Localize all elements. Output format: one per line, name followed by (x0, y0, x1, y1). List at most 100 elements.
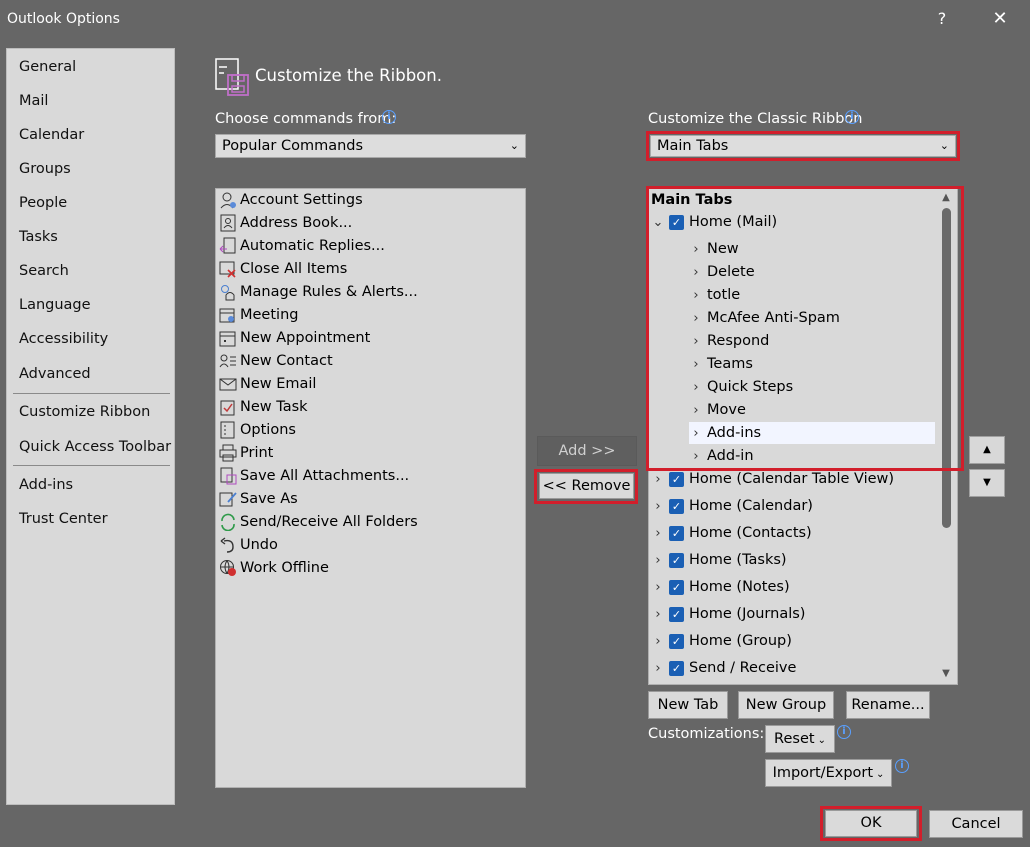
chevron-right-icon[interactable]: › (651, 553, 665, 568)
chevron-right-icon[interactable]: › (651, 499, 665, 514)
tree-row-tab[interactable]: › ✓ Home (Tasks) (651, 549, 786, 571)
chevron-right-icon[interactable]: › (651, 661, 665, 676)
remove-button[interactable]: << Remove (539, 473, 634, 499)
list-item[interactable]: Close All Items (218, 258, 347, 280)
help-button[interactable]: ? (930, 9, 954, 28)
page-title: Customize the Ribbon. (255, 66, 442, 85)
nav-item-search[interactable]: Search (19, 263, 69, 279)
nav-item-groups[interactable]: Groups (19, 161, 71, 177)
customize-ribbon-dropdown[interactable]: Main Tabs ⌄ (650, 135, 956, 157)
address-book-icon (218, 213, 238, 233)
tree-row-tab[interactable]: › ✓ Send / Receive (651, 657, 796, 679)
move-up-button[interactable]: ▲ (969, 436, 1005, 464)
undo-icon (218, 535, 238, 555)
list-item[interactable]: New Email (218, 373, 316, 395)
nav-item-people[interactable]: People (19, 195, 67, 211)
cancel-button[interactable]: Cancel (929, 810, 1023, 838)
reset-button[interactable]: Reset ⌄ (765, 725, 835, 753)
window-title: Outlook Options (7, 11, 120, 27)
chevron-down-icon: ⌄ (939, 139, 949, 152)
list-item[interactable]: Undo (218, 534, 278, 556)
commands-list[interactable]: Account Settings Address Book... Automat… (215, 188, 526, 788)
checkbox-checked-icon[interactable]: ✓ (669, 552, 684, 568)
list-item[interactable]: Save All Attachments... (218, 465, 409, 487)
manage-rules-icon (218, 282, 238, 302)
close-all-items-icon (218, 259, 238, 279)
customize-ribbon-label: Customize the Classic Ribbon (648, 111, 863, 127)
chevron-down-icon: ⌄ (509, 139, 519, 152)
chevron-right-icon[interactable]: › (651, 634, 665, 649)
list-item[interactable]: Save As (218, 488, 298, 510)
checkbox-checked-icon[interactable]: ✓ (669, 471, 684, 487)
new-email-icon (218, 374, 238, 394)
nav-item-customize-ribbon[interactable]: Customize Ribbon (19, 404, 150, 420)
list-item[interactable]: Work Offline (218, 557, 329, 579)
scroll-down-arrow-icon[interactable]: ▼ (937, 668, 955, 679)
list-item[interactable]: Manage Rules & Alerts... (218, 281, 418, 303)
options-nav: General Mail Calendar Groups People Task… (6, 48, 175, 805)
choose-commands-label: Choose commands from: (215, 111, 397, 127)
list-item[interactable]: Meeting (218, 304, 298, 326)
work-offline-icon (218, 558, 238, 578)
triangle-up-icon: ▲ (983, 444, 991, 455)
chevron-right-icon[interactable]: › (651, 580, 665, 595)
nav-item-quick-access-toolbar[interactable]: Quick Access Toolbar (19, 439, 171, 455)
nav-item-accessibility[interactable]: Accessibility (19, 331, 108, 347)
save-attachments-icon (218, 466, 238, 486)
nav-item-general[interactable]: General (19, 59, 76, 75)
print-icon (218, 443, 238, 463)
chevron-right-icon[interactable]: › (651, 607, 665, 622)
checkbox-checked-icon[interactable]: ✓ (669, 606, 684, 622)
nav-item-language[interactable]: Language (19, 297, 91, 313)
move-down-button[interactable]: ▼ (969, 469, 1005, 497)
nav-item-calendar[interactable]: Calendar (19, 127, 84, 143)
list-item[interactable]: Account Settings (218, 189, 363, 211)
ok-button[interactable]: OK (825, 810, 917, 837)
nav-item-trust-center[interactable]: Trust Center (19, 511, 108, 527)
new-group-button[interactable]: New Group (738, 691, 834, 719)
rename-button[interactable]: Rename... (846, 691, 930, 719)
import-export-button[interactable]: Import/Export ⌄ (765, 759, 892, 787)
send-receive-icon (218, 512, 238, 532)
nav-item-add-ins[interactable]: Add-ins (19, 477, 73, 493)
new-task-icon (218, 397, 238, 417)
nav-item-tasks[interactable]: Tasks (19, 229, 58, 245)
automatic-replies-icon (218, 236, 238, 256)
list-item[interactable]: New Task (218, 396, 308, 418)
new-tab-button[interactable]: New Tab (648, 691, 728, 719)
list-item[interactable]: New Appointment (218, 327, 370, 349)
list-item[interactable]: Automatic Replies... (218, 235, 385, 257)
checkbox-checked-icon[interactable]: ✓ (669, 498, 684, 514)
list-item[interactable]: Options (218, 419, 296, 441)
list-item[interactable]: Send/Receive All Folders (218, 511, 418, 533)
checkbox-checked-icon[interactable]: ✓ (669, 525, 684, 541)
list-item[interactable]: Print (218, 442, 273, 464)
tree-row-tab[interactable]: › ✓ Home (Group) (651, 630, 792, 652)
info-icon[interactable]: i (837, 725, 851, 739)
triangle-down-icon: ▼ (983, 477, 991, 488)
choose-commands-dropdown[interactable]: Popular Commands ⌄ (215, 134, 526, 158)
info-icon[interactable]: i (845, 110, 859, 124)
nav-separator (13, 393, 170, 394)
new-contact-icon (218, 351, 238, 371)
tree-row-tab[interactable]: › ✓ Home (Journals) (651, 603, 805, 625)
list-item[interactable]: Address Book... (218, 212, 352, 234)
checkbox-checked-icon[interactable]: ✓ (669, 660, 684, 676)
tree-row-tab[interactable]: › ✓ Home (Notes) (651, 576, 789, 598)
info-icon[interactable]: i (382, 110, 396, 124)
tree-row-tab[interactable]: › ✓ Home (Calendar) (651, 495, 813, 517)
checkbox-checked-icon[interactable]: ✓ (669, 633, 684, 649)
close-button[interactable]: ✕ (988, 8, 1012, 29)
chevron-right-icon[interactable]: › (651, 526, 665, 541)
list-item[interactable]: New Contact (218, 350, 333, 372)
nav-item-mail[interactable]: Mail (19, 93, 48, 109)
customizations-label: Customizations: (648, 726, 765, 742)
chevron-right-icon[interactable]: › (651, 472, 665, 487)
save-as-icon (218, 489, 238, 509)
checkbox-checked-icon[interactable]: ✓ (669, 579, 684, 595)
info-icon[interactable]: i (895, 759, 909, 773)
tree-row-tab[interactable]: › ✓ Home (Contacts) (651, 522, 811, 544)
add-button[interactable]: Add >> (537, 436, 637, 466)
nav-item-advanced[interactable]: Advanced (19, 366, 91, 382)
tree-row-tab[interactable]: › ✓ Home (Calendar Table View) (651, 468, 894, 490)
